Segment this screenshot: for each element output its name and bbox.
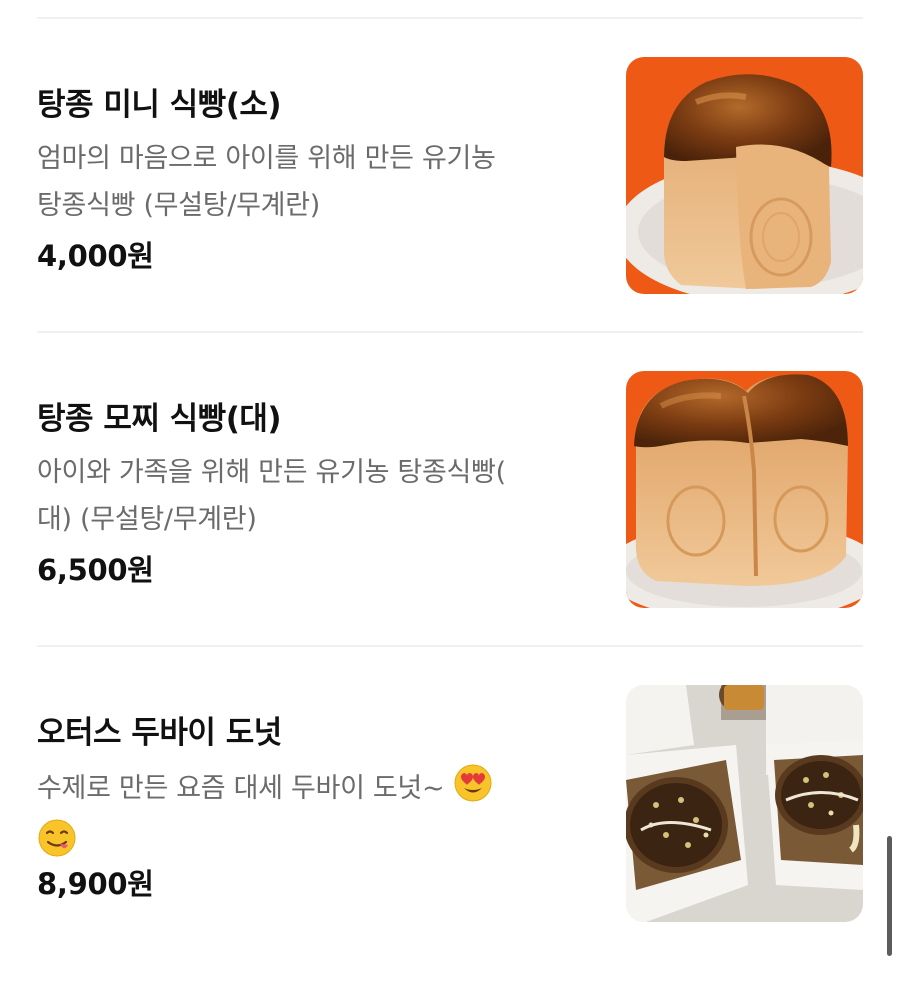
divider xyxy=(37,331,863,333)
menu-item-photo[interactable] xyxy=(626,685,863,922)
menu-item-photo[interactable] xyxy=(626,57,863,294)
menu-item-name: 탕종 모찌 식빵(대) xyxy=(37,401,282,437)
menu-item-description: 수제로 만든 요즘 대세 두바이 도넛~ xyxy=(37,763,597,873)
menu-item-name: 오터스 두바이 도넛 xyxy=(37,715,282,751)
divider xyxy=(37,17,863,19)
divider xyxy=(37,645,863,647)
menu-item-description: 아이와 가족을 위해 만든 유기농 탕종식빵( 대) (무설탕/무계란) xyxy=(37,457,506,535)
menu-item-price: 8,900원 xyxy=(37,867,154,901)
menu-item[interactable]: 탕종 미니 식빵(소) 엄마의 마음으로 아이를 위해 만든 유기농 탕종식빵 … xyxy=(0,57,900,371)
menu-item[interactable]: 오터스 두바이 도넛 수제로 만든 요즘 대세 두바이 도넛~ 8,900원 xyxy=(0,685,900,999)
menu-item[interactable]: 탕종 모찌 식빵(대) 아이와 가족을 위해 만든 유기농 탕종식빵( 대) (… xyxy=(0,371,900,685)
heart-eyes-emoji xyxy=(453,763,493,818)
menu-item-price: 6,500원 xyxy=(37,553,154,587)
menu-item-name: 탕종 미니 식빵(소) xyxy=(37,87,282,123)
menu-item-price: 4,000원 xyxy=(37,239,154,273)
menu-item-photo[interactable] xyxy=(626,371,863,608)
scrollbar[interactable] xyxy=(887,836,892,956)
menu-item-description: 엄마의 마음으로 아이를 위해 만든 유기농 탕종식빵 (무설탕/무계란) xyxy=(37,143,496,221)
